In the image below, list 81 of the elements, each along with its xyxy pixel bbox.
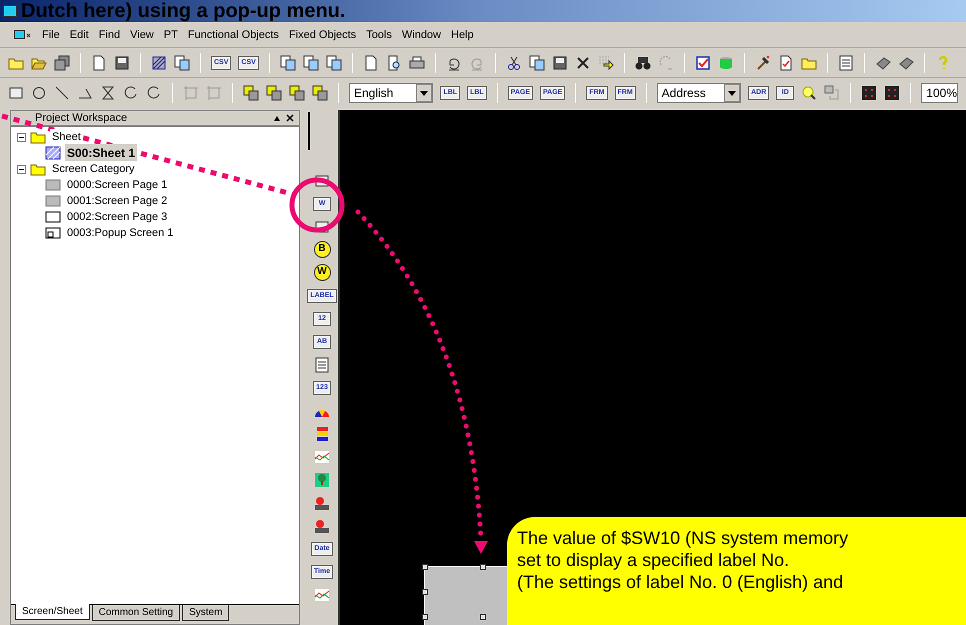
hourglass-icon[interactable] (100, 85, 116, 101)
layers-icon[interactable] (312, 85, 328, 101)
tree-item[interactable]: Screen Category (50, 160, 137, 178)
page-icon[interactable] (362, 54, 379, 70)
disks-icon[interactable] (54, 54, 70, 70)
arc-icon[interactable] (123, 85, 139, 101)
menu-item[interactable]: Tools (366, 27, 392, 44)
panel-title: Project Workspace (34, 110, 128, 126)
collapse-icon[interactable] (17, 164, 26, 174)
app-icon (3, 5, 17, 17)
dropdown[interactable]: English (349, 83, 434, 103)
layers-icon[interactable] (289, 85, 305, 101)
checked-page-icon[interactable] (778, 54, 794, 70)
bulb-icon[interactable] (801, 85, 818, 101)
callout-text: The value of $SW10 (NS system memory (517, 527, 850, 549)
dropdown[interactable]: Address (656, 83, 742, 103)
menu-item[interactable]: Find (98, 27, 120, 44)
line-icon[interactable] (54, 85, 70, 101)
resize-handle[interactable] (422, 614, 428, 620)
dot-grid-icon[interactable] (861, 85, 878, 101)
highlight-circle (290, 178, 344, 232)
alarm-icon[interactable] (314, 518, 330, 534)
pages-icon[interactable] (280, 54, 296, 70)
dot-grid-icon[interactable] (884, 85, 900, 101)
menu-item[interactable]: Functional Objects (188, 27, 279, 44)
line-graph-icon[interactable] (314, 586, 330, 602)
collapse-icon[interactable] (17, 132, 26, 142)
resize-handle[interactable] (422, 589, 428, 595)
arc-icon[interactable] (146, 85, 162, 101)
layers-icon[interactable] (243, 85, 259, 101)
hatched-square-icon[interactable] (151, 54, 167, 70)
menu-item[interactable]: Fixed Objects (288, 27, 356, 44)
resize-handle[interactable] (480, 614, 486, 620)
scissors-icon[interactable] (506, 54, 522, 70)
menu-item[interactable]: File (42, 27, 60, 44)
resize-handle[interactable] (422, 564, 428, 570)
screen-icon (45, 209, 61, 225)
pages-icon[interactable] (528, 54, 545, 70)
tab[interactable]: Common Setting (92, 605, 180, 621)
binoculars-icon[interactable] (634, 54, 651, 70)
menu-item[interactable]: Window (402, 27, 441, 44)
tab[interactable]: Screen/Sheet (15, 604, 90, 620)
resize-handle[interactable] (480, 564, 486, 570)
menu-item[interactable]: Edit (70, 27, 89, 44)
caption-text: Dutch here) using a pop-up menu. (21, 1, 346, 21)
preview-icon[interactable] (386, 54, 402, 70)
tab[interactable]: System (182, 605, 230, 621)
panel-buttons-icon[interactable] (273, 114, 295, 122)
grid-arrow-icon[interactable] (598, 54, 614, 70)
menu-item[interactable]: Help (451, 27, 474, 44)
screen-icon (45, 193, 61, 209)
menu-item[interactable]: PT (164, 27, 178, 44)
popup-screen-icon (45, 225, 61, 241)
tree-item[interactable]: S00:Sheet 1 (65, 144, 138, 162)
delete-icon[interactable] (574, 54, 591, 70)
list-icon[interactable] (838, 54, 854, 70)
pages-icon[interactable] (326, 54, 342, 70)
app-menu-icon[interactable] (14, 30, 32, 42)
tree-picture-icon[interactable] (314, 472, 330, 488)
callout-text: set to display a specified label No. (517, 549, 790, 571)
hammer-icon[interactable] (754, 54, 771, 70)
zoom-field[interactable]: 100% (921, 83, 958, 103)
round-button[interactable]: B (314, 241, 330, 258)
save-icon[interactable] (114, 54, 130, 70)
bar-meter-icon[interactable] (314, 426, 330, 442)
menu-item[interactable]: View (130, 27, 154, 44)
checkbox-icon[interactable] (694, 54, 711, 70)
alarm-icon[interactable] (314, 494, 330, 510)
pages-icon[interactable] (174, 54, 190, 70)
page-icon[interactable] (91, 54, 107, 70)
printer-icon[interactable] (408, 54, 425, 70)
sheet-icon (45, 145, 61, 161)
callout-text: (The settings of label No. 0 (English) and (517, 571, 844, 593)
layers-icon[interactable] (266, 85, 282, 101)
list-icon[interactable] (314, 356, 330, 372)
circle-icon[interactable] (31, 85, 47, 101)
round-button[interactable]: W (314, 264, 330, 281)
screen-icon (45, 177, 61, 193)
line-graph-icon[interactable] (314, 448, 330, 464)
pages-icon[interactable] (302, 54, 319, 70)
save-icon[interactable] (552, 54, 568, 70)
